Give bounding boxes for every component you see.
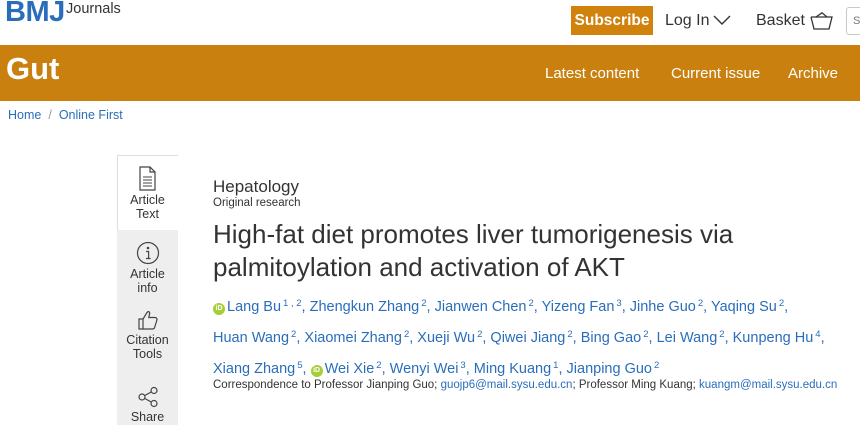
author: Lei Wang 2 bbox=[657, 329, 725, 346]
author: Huan Wang 2 bbox=[213, 329, 296, 346]
share-icon bbox=[137, 386, 158, 408]
basket-icon bbox=[810, 12, 833, 30]
author-separator: , bbox=[533, 299, 542, 315]
tab-citation-tools[interactable]: Citation Tools bbox=[117, 309, 178, 361]
tab-article-text[interactable]: Article Text bbox=[117, 166, 178, 221]
author: Xueji Wu 2 bbox=[417, 329, 482, 346]
correspondence-email-guo[interactable]: guojp6@mail.sysu.edu.cn bbox=[441, 379, 573, 391]
breadcrumb-home[interactable]: Home bbox=[8, 108, 41, 122]
journals-logo-text: Journals bbox=[66, 1, 121, 17]
author-name-link[interactable]: Yaqing Su bbox=[711, 299, 777, 315]
author: Zhengkun Zhang 2 bbox=[310, 298, 427, 315]
author: Yaqing Su 2 bbox=[711, 298, 784, 315]
author: Jinhe Guo 2 bbox=[630, 298, 703, 315]
orcid-icon[interactable]: iD bbox=[213, 303, 225, 315]
tab-share-label: Share bbox=[130, 410, 165, 424]
author-separator: , bbox=[572, 330, 581, 346]
author: Jianwen Chen 2 bbox=[435, 298, 534, 315]
author-name-link[interactable]: Bing Gao bbox=[581, 330, 641, 346]
author: Bing Gao 2 bbox=[581, 329, 649, 346]
article-type: Original research bbox=[213, 197, 301, 209]
tab-share[interactable]: Share bbox=[117, 386, 178, 424]
article-tabs: Article Text Article info Citation Tools… bbox=[117, 155, 178, 425]
author-name-link[interactable]: Jinhe Guo bbox=[630, 299, 696, 315]
author: Xiaomei Zhang 2 bbox=[304, 329, 409, 346]
author-separator: , bbox=[301, 299, 310, 315]
author-separator: , bbox=[426, 299, 435, 315]
author-separator: , bbox=[703, 299, 711, 315]
breadcrumb-online-first[interactable]: Online First bbox=[59, 108, 123, 122]
author-separator: , bbox=[784, 299, 789, 315]
author-name-link[interactable]: Xueji Wu bbox=[417, 330, 475, 346]
author-name-link[interactable]: Xiaomei Zhang bbox=[304, 330, 402, 346]
document-icon bbox=[139, 166, 156, 191]
basket-button[interactable]: Basket bbox=[756, 6, 833, 35]
author-separator: , bbox=[820, 330, 825, 346]
tab-article-text-label: Article Text bbox=[130, 193, 165, 221]
author-separator: , bbox=[621, 299, 630, 315]
site-header: BMJ Journals Subscribe Log In Basket bbox=[0, 0, 860, 45]
author: iD Lang Bu 1 , 2 bbox=[213, 298, 302, 315]
login-label: Log In bbox=[665, 12, 710, 29]
author-separator: , bbox=[648, 330, 657, 346]
tab-article-info[interactable]: Article info bbox=[117, 241, 178, 295]
correspondence-prefix: Correspondence to Professor Jianping Guo… bbox=[213, 379, 438, 391]
author: Kunpeng Hu 4 bbox=[733, 329, 821, 346]
author-affiliation[interactable]: 1 , 2 bbox=[283, 298, 302, 309]
author-list: iD Lang Bu 1 , 2, Zhengkun Zhang 2, Jianwen… bbox=[213, 290, 860, 383]
author-name-link[interactable]: Jianwen Chen bbox=[435, 299, 527, 315]
breadcrumb: Home / Online First bbox=[8, 108, 123, 122]
author-separator: , bbox=[724, 330, 733, 346]
article-section: Hepatology bbox=[213, 177, 300, 196]
author-name-link[interactable]: Qiwei Jiang bbox=[490, 330, 565, 346]
tab-article-info-label: Article info bbox=[130, 267, 165, 295]
author-name-link[interactable]: Zhengkun Zhang bbox=[310, 299, 420, 315]
journal-title-link[interactable]: Gut bbox=[6, 51, 59, 87]
search-field[interactable] bbox=[846, 7, 860, 35]
nav-current-issue[interactable]: Current issue bbox=[671, 45, 760, 101]
article-title: High-fat diet promotes liver tumorigenes… bbox=[213, 219, 734, 282]
subscribe-button[interactable]: Subscribe bbox=[571, 6, 653, 35]
breadcrumb-separator: / bbox=[48, 108, 52, 122]
login-button[interactable]: Log In bbox=[665, 6, 731, 35]
bmj-logo-text: BMJ bbox=[5, 0, 65, 28]
correspondence: Correspondence to Professor Jianping Guo… bbox=[213, 374, 853, 396]
correspondence-email-kuang[interactable]: kuangm@mail.sysu.edu.cn bbox=[699, 379, 837, 391]
info-icon bbox=[136, 241, 159, 265]
nav-latest-content[interactable]: Latest content bbox=[545, 45, 639, 101]
author-name-link[interactable]: Huan Wang bbox=[213, 330, 289, 346]
chevron-down-icon bbox=[713, 15, 731, 25]
author: Yizeng Fan 3 bbox=[542, 298, 622, 315]
journal-header: Gut Latest content Current issue Archive bbox=[0, 45, 860, 101]
nav-archive[interactable]: Archive bbox=[788, 45, 838, 101]
author-name-link[interactable]: Yizeng Fan bbox=[542, 299, 615, 315]
author-name-link[interactable]: Lang Bu bbox=[227, 299, 281, 315]
author-name-link[interactable]: Lei Wang bbox=[657, 330, 718, 346]
author-affiliation[interactable]: 2 bbox=[654, 360, 659, 371]
correspondence-middle: ; Professor Ming Kuang; bbox=[572, 379, 696, 391]
author-name-link[interactable]: Kunpeng Hu bbox=[733, 330, 814, 346]
author: Qiwei Jiang 2 bbox=[490, 329, 572, 346]
tab-citation-tools-label: Citation Tools bbox=[126, 333, 169, 361]
basket-label: Basket bbox=[756, 12, 805, 29]
thumbs-up-icon bbox=[137, 311, 158, 330]
search-input[interactable] bbox=[847, 8, 860, 34]
